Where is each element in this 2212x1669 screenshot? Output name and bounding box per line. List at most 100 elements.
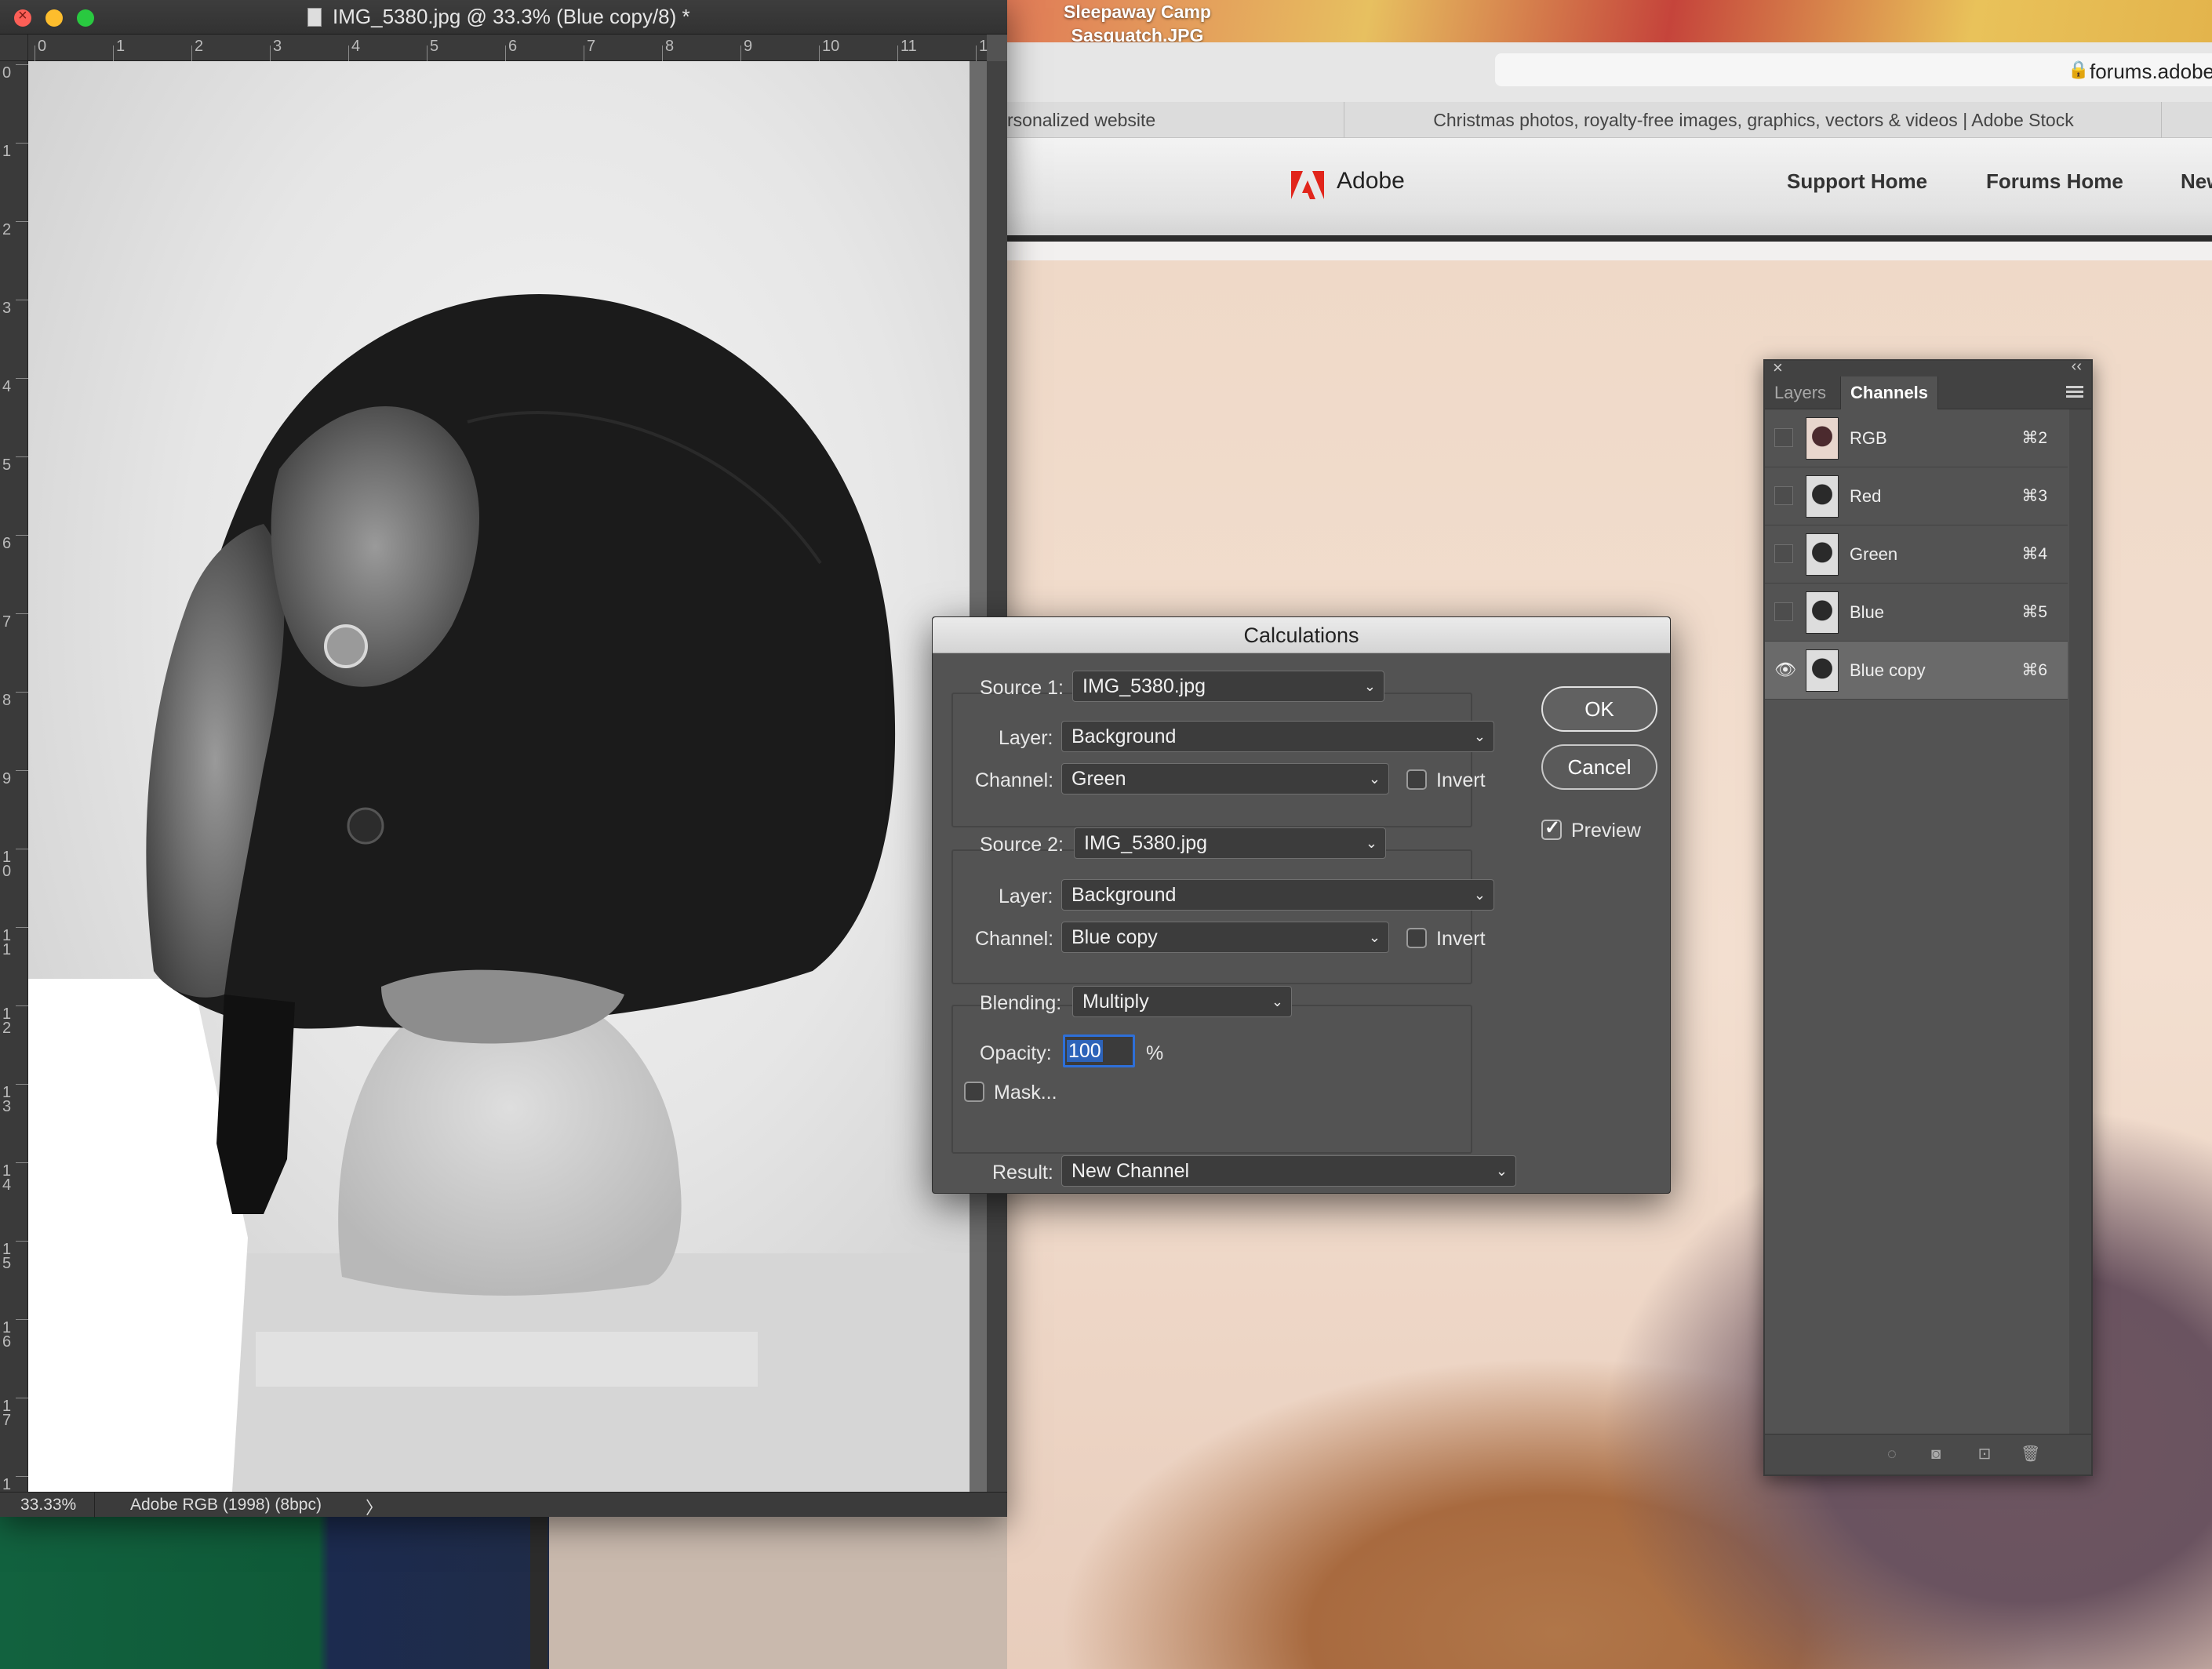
panel-tab-bar: Layers Channels: [1765, 376, 2091, 409]
source2-invert-checkbox[interactable]: [1406, 928, 1427, 948]
maximize-window-button[interactable]: [77, 9, 94, 27]
desktop-wallpaper-bottom: [0, 1517, 549, 1669]
panel-header[interactable]: × ‹‹: [1765, 358, 2091, 378]
source1-layer-select[interactable]: Background ⌄: [1061, 721, 1494, 752]
nav-forums-home[interactable]: Forums Home: [1986, 169, 2123, 194]
channel-name: Blue copy: [1850, 660, 1926, 680]
ruler-number: 6: [508, 38, 518, 55]
ruler-number: 5: [430, 38, 439, 55]
trash-icon[interactable]: 🗑: [2021, 1445, 2040, 1463]
channel-row-red[interactable]: Red ⌘3: [1765, 467, 2068, 525]
window-edge: [530, 1517, 548, 1669]
ruler-number: 1 4: [2, 1162, 12, 1194]
source1-file-select[interactable]: IMG_5380.jpg ⌄: [1072, 671, 1384, 702]
nav-support-home[interactable]: Support Home: [1787, 169, 1927, 194]
chevron-down-icon: ⌄: [1363, 678, 1376, 694]
color-profile: Adobe RGB (1998) (8bpc): [130, 1496, 322, 1514]
source1-channel-label: Channel:: [975, 769, 1054, 791]
source2-file-select[interactable]: IMG_5380.jpg ⌄: [1074, 827, 1386, 859]
tab-layers[interactable]: Layers: [1765, 376, 1835, 409]
source1-invert-label: Invert: [1436, 769, 1486, 791]
source1-group: [951, 693, 1472, 827]
horizontal-ruler[interactable]: 0 1 2 3 4 5 6 7 8 9 10 11 1: [28, 35, 988, 61]
ruler-tick: [16, 143, 28, 144]
load-selection-icon[interactable]: ◌: [1883, 1445, 1901, 1463]
grayscale-photo-fur-hat: [28, 61, 984, 1492]
source2-channel-select[interactable]: Blue copy ⌄: [1061, 922, 1389, 953]
ok-button[interactable]: OK: [1541, 686, 1657, 732]
channel-row-rgb[interactable]: RGB ⌘2: [1765, 409, 2068, 467]
browser-tab[interactable]: Christmas photos, royalty-free images, g…: [1346, 102, 2162, 138]
visibility-toggle[interactable]: [1774, 486, 1793, 505]
panel-menu-icon[interactable]: [2066, 386, 2083, 398]
channel-thumbnail: [1806, 533, 1839, 576]
tab-channels[interactable]: Channels: [1840, 376, 1939, 409]
ruler-tick: [16, 613, 28, 614]
ruler-number: 1: [116, 38, 126, 55]
browser-tab[interactable]: rsonalized website: [1007, 102, 1344, 138]
channel-row-blue[interactable]: Blue ⌘5: [1765, 584, 2068, 642]
document-icon: [307, 8, 322, 27]
blending-mode-select[interactable]: Multiply ⌄: [1072, 986, 1292, 1017]
status-menu-arrow-icon[interactable]: 〉: [366, 1494, 383, 1519]
ruler-tick: [819, 45, 820, 61]
source2-label: Source 2:: [980, 834, 1064, 856]
vertical-ruler[interactable]: 0 1 2 3 4 5 6 7 8 9 1 0 1 1 1 2 1 3 1 4 1 5 1 6 1 7 1: [0, 61, 28, 1493]
ruler-number: 1 6: [2, 1319, 12, 1351]
ruler-origin[interactable]: [0, 35, 28, 61]
ruler-number: 3: [273, 38, 282, 55]
cancel-button[interactable]: Cancel: [1541, 744, 1657, 790]
ruler-tick: [897, 45, 898, 61]
mask-checkbox[interactable]: [964, 1082, 984, 1102]
ruler-tick: [976, 45, 977, 61]
opacity-input[interactable]: 100: [1063, 1034, 1135, 1067]
collapse-icon[interactable]: ‹‹: [2072, 358, 2082, 376]
desktop-file-name-line1: Sleepaway Camp: [1064, 2, 1211, 22]
nav-new[interactable]: New: [2181, 169, 2212, 194]
channel-name: Green: [1850, 544, 1898, 564]
desktop-file-label[interactable]: Sleepaway Camp Sasquatch.JPG: [1020, 0, 1255, 47]
blending-mode-value: Multiply: [1082, 991, 1149, 1013]
result-select[interactable]: New Channel ⌄: [1061, 1155, 1516, 1187]
save-selection-icon[interactable]: ◙: [1926, 1445, 1945, 1463]
close-icon[interactable]: ×: [1773, 358, 1783, 378]
document-titlebar[interactable]: IMG_5380.jpg @ 33.3% (Blue copy/8) *: [0, 0, 1007, 35]
visibility-toggle[interactable]: [1774, 602, 1793, 621]
ruler-number: 4: [2, 378, 12, 395]
adobe-logo-icon[interactable]: [1291, 171, 1324, 199]
channel-row-green[interactable]: Green ⌘4: [1765, 525, 2068, 584]
channel-row-blue-copy[interactable]: 👁 Blue copy ⌘6: [1765, 642, 2068, 700]
document-canvas[interactable]: [28, 61, 987, 1492]
channel-thumbnail: [1806, 417, 1839, 460]
channel-name: Blue: [1850, 602, 1885, 622]
new-channel-icon[interactable]: ⊡: [1975, 1445, 1994, 1463]
ruler-number: 9: [2, 770, 12, 787]
url-text[interactable]: forums.adobe: [2090, 60, 2212, 84]
source2-channel-label: Channel:: [975, 928, 1054, 950]
opacity-percent: %: [1146, 1042, 1164, 1064]
source1-invert-checkbox[interactable]: [1406, 769, 1427, 790]
preview-checkbox[interactable]: [1541, 816, 1562, 840]
visibility-toggle[interactable]: [1774, 544, 1793, 563]
channels-panel: × ‹‹ Layers Channels RGB ⌘2 Red ⌘3 Green…: [1763, 358, 2093, 1476]
zoom-level[interactable]: 33.33%: [20, 1496, 76, 1514]
minimize-window-button[interactable]: [45, 9, 63, 27]
blending-label: Blending:: [980, 992, 1062, 1014]
ruler-tick: [16, 378, 28, 379]
ruler-tick: [191, 45, 192, 61]
ruler-number: 7: [587, 38, 596, 55]
source2-layer-select[interactable]: Background ⌄: [1061, 879, 1494, 911]
source1-channel-select[interactable]: Green ⌄: [1061, 763, 1389, 795]
nav-divider: [1007, 235, 2212, 242]
dialog-titlebar[interactable]: Calculations: [933, 617, 1670, 653]
source1-file-value: IMG_5380.jpg: [1082, 675, 1206, 697]
visibility-toggle[interactable]: [1774, 428, 1793, 447]
source1-label: Source 1:: [980, 677, 1064, 699]
eye-icon[interactable]: 👁: [1774, 660, 1796, 679]
panel-scrollbar[interactable]: [2069, 409, 2091, 1435]
ruler-tick: [16, 770, 28, 771]
close-window-button[interactable]: [14, 7, 31, 27]
chevron-down-icon: ⌄: [1368, 771, 1381, 787]
ruler-number: 1 2: [2, 1005, 12, 1037]
adobe-brand[interactable]: Adobe: [1337, 168, 1405, 195]
